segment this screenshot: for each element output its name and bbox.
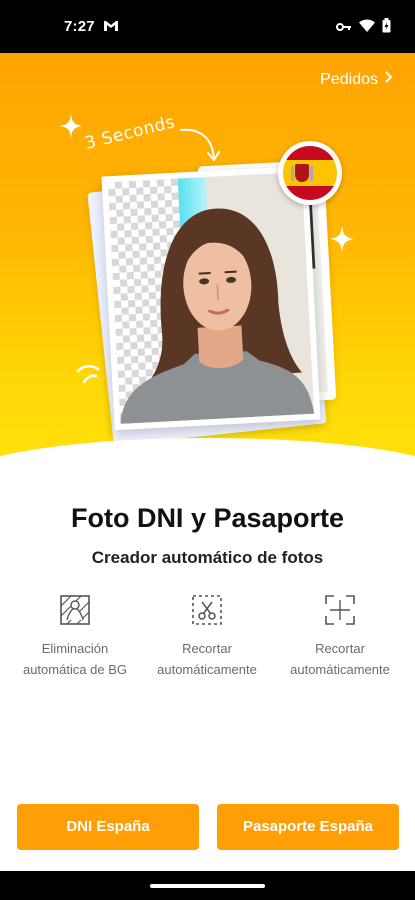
status-bar: 7:27 — [0, 0, 415, 53]
wifi-icon — [359, 19, 375, 37]
battery-icon — [382, 18, 391, 38]
orders-link[interactable]: Pedidos — [320, 70, 393, 89]
gmail-notification-icon — [103, 19, 119, 38]
crop-frame-icon — [276, 594, 404, 632]
background-removal-icon — [11, 594, 139, 632]
hero-curve — [0, 438, 415, 463]
sparkle-icon — [60, 113, 82, 144]
feature-auto-crop: Recortar automáticamente — [143, 594, 271, 680]
passport-spain-button[interactable]: Pasaporte España — [217, 804, 399, 850]
spain-flag-icon — [278, 141, 342, 205]
feature-label: Eliminación automática de BG — [22, 641, 128, 677]
system-nav-bar — [0, 871, 415, 900]
portrait-illustration — [120, 208, 315, 424]
feature-label: Recortar automáticamente — [290, 641, 390, 677]
hint-text: 3 Seconds — [82, 112, 178, 154]
sparkle-icon — [330, 225, 354, 258]
curved-arrow-icon — [178, 126, 222, 171]
scissors-crop-icon — [143, 594, 271, 632]
dni-spain-button[interactable]: DNI España — [17, 804, 199, 850]
page-title: Foto DNI y Pasaporte — [70, 503, 345, 533]
home-gesture-handle[interactable] — [150, 884, 265, 888]
sample-photo — [101, 165, 321, 431]
page-subtitle: Creador automático de fotos — [91, 548, 324, 567]
chevron-right-icon — [384, 70, 393, 89]
vpn-key-icon — [336, 19, 352, 37]
feature-label: Recortar automáticamente — [157, 641, 257, 677]
swoosh-decoration-icon — [76, 363, 102, 390]
hero-banner: Pedidos 3 Seconds — [0, 53, 415, 463]
status-icons — [336, 18, 391, 38]
status-time: 7:27 — [64, 18, 95, 35]
feature-background-removal: Eliminación automática de BG — [11, 594, 139, 680]
feature-auto-crop-frame: Recortar automáticamente — [276, 594, 404, 680]
orders-label: Pedidos — [320, 70, 378, 88]
